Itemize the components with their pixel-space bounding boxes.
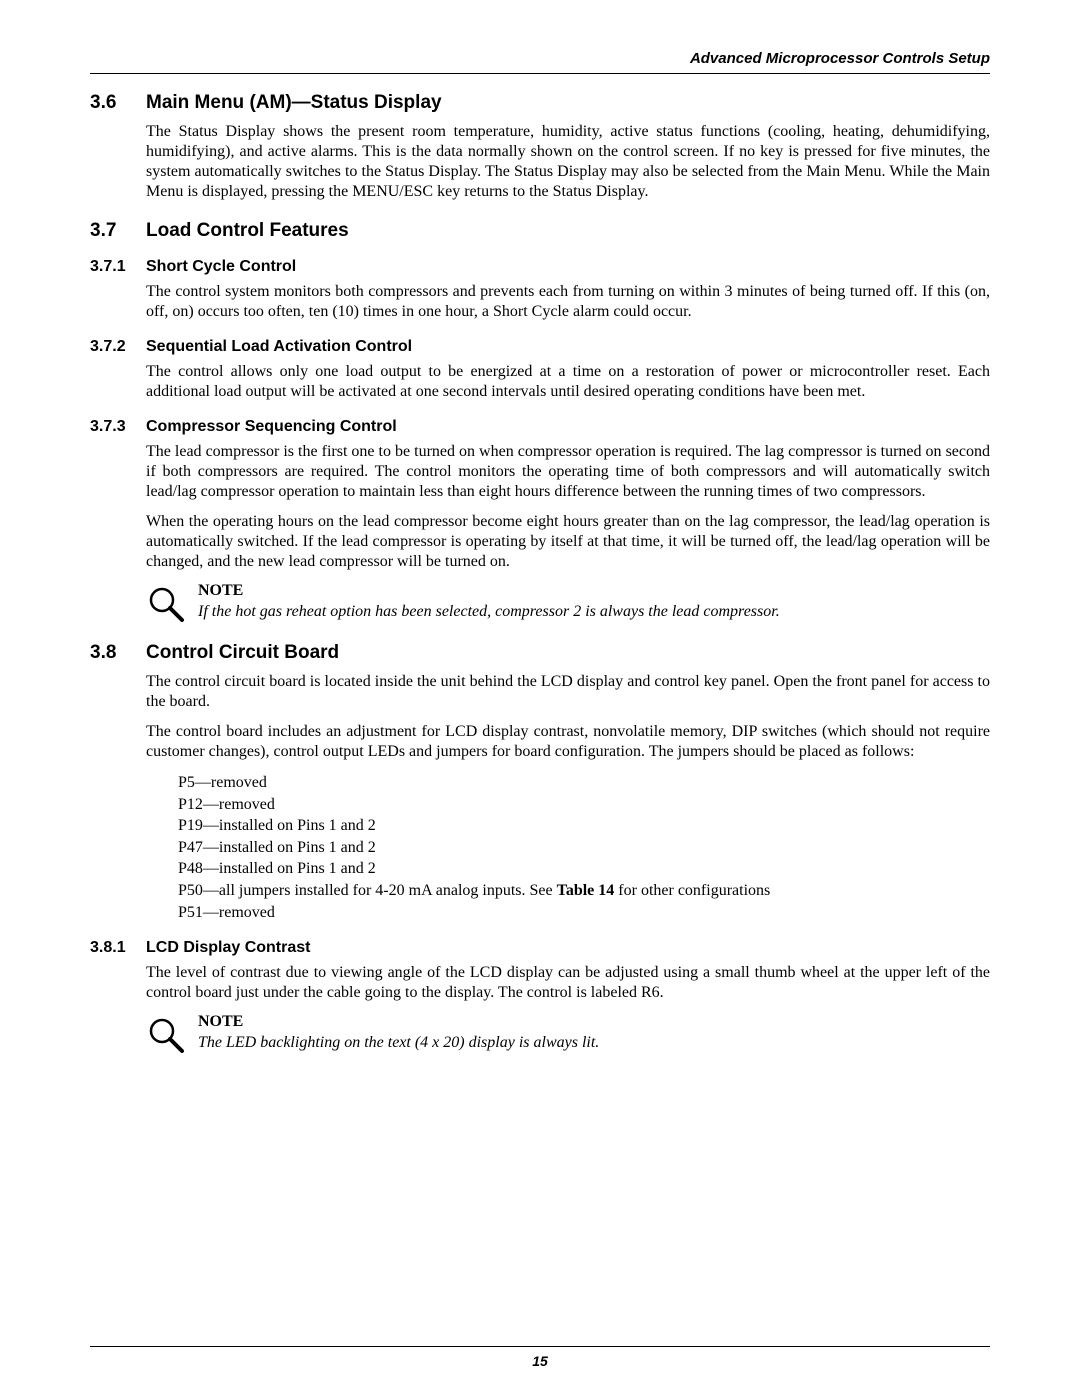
subsection-title: Compressor Sequencing Control (146, 418, 397, 436)
list-item: P48—installed on Pins 1 and 2 (178, 858, 990, 880)
paragraph: The level of contrast due to viewing ang… (146, 963, 990, 1003)
jumper-list: P5—removed P12—removed P19—installed on … (178, 772, 990, 923)
list-item-text: for other configurations (614, 882, 770, 899)
table-reference: Table 14 (557, 882, 615, 899)
subsection-3-7-3-body: The lead compressor is the first one to … (146, 442, 990, 572)
subsection-3-7-2-heading: 3.7.2 Sequential Load Activation Control (90, 338, 990, 356)
magnifier-icon (146, 584, 190, 628)
note-block: NOTE If the hot gas reheat option has be… (146, 582, 990, 628)
subsection-title: Sequential Load Activation Control (146, 338, 412, 356)
subsection-title: Short Cycle Control (146, 258, 296, 276)
magnifier-icon (146, 1015, 190, 1059)
page: Advanced Microprocessor Controls Setup 3… (0, 0, 1080, 1397)
subsection-number: 3.7.2 (90, 338, 146, 356)
section-3-8-heading: 3.8 Control Circuit Board (90, 642, 990, 664)
paragraph: The lead compressor is the first one to … (146, 442, 990, 502)
subsection-title: LCD Display Contrast (146, 939, 310, 957)
section-title: Load Control Features (146, 220, 349, 242)
running-head: Advanced Microprocessor Controls Setup (90, 50, 990, 67)
note-body: The LED backlighting on the text (4 x 20… (198, 1033, 599, 1053)
section-3-8-body: The control circuit board is located ins… (146, 672, 990, 762)
section-number: 3.8 (90, 642, 146, 664)
section-3-7-heading: 3.7 Load Control Features (90, 220, 990, 242)
note-heading: NOTE (198, 1013, 599, 1031)
section-title: Control Circuit Board (146, 642, 339, 664)
section-number: 3.6 (90, 92, 146, 114)
top-rule (90, 73, 990, 74)
section-3-6-heading: 3.6 Main Menu (AM)—Status Display (90, 92, 990, 114)
list-item-text: P50—all jumpers installed for 4-20 mA an… (178, 882, 557, 899)
paragraph: The control system monitors both compres… (146, 282, 990, 322)
list-item: P19—installed on Pins 1 and 2 (178, 815, 990, 837)
list-item: P51—removed (178, 902, 990, 924)
list-item: P5—removed (178, 772, 990, 794)
note-block: NOTE The LED backlighting on the text (4… (146, 1013, 990, 1059)
subsection-3-7-1-heading: 3.7.1 Short Cycle Control (90, 258, 990, 276)
page-number: 15 (0, 1353, 1080, 1369)
note-body: If the hot gas reheat option has been se… (198, 602, 780, 622)
paragraph: The control allows only one load output … (146, 362, 990, 402)
subsection-number: 3.7.3 (90, 418, 146, 436)
section-title: Main Menu (AM)—Status Display (146, 92, 442, 114)
paragraph: The Status Display shows the present roo… (146, 122, 990, 202)
subsection-number: 3.7.1 (90, 258, 146, 276)
paragraph: The control board includes an adjustment… (146, 722, 990, 762)
paragraph: The control circuit board is located ins… (146, 672, 990, 712)
subsection-3-8-1-body: The level of contrast due to viewing ang… (146, 963, 990, 1003)
subsection-number: 3.8.1 (90, 939, 146, 957)
note-text: NOTE If the hot gas reheat option has be… (198, 582, 780, 622)
section-3-6-body: The Status Display shows the present roo… (146, 122, 990, 202)
subsection-3-8-1-heading: 3.8.1 LCD Display Contrast (90, 939, 990, 957)
note-text: NOTE The LED backlighting on the text (4… (198, 1013, 599, 1053)
subsection-3-7-3-heading: 3.7.3 Compressor Sequencing Control (90, 418, 990, 436)
list-item: P47—installed on Pins 1 and 2 (178, 837, 990, 859)
list-item: P12—removed (178, 794, 990, 816)
paragraph: When the operating hours on the lead com… (146, 512, 990, 572)
bottom-rule (90, 1346, 990, 1347)
note-heading: NOTE (198, 582, 780, 600)
subsection-3-7-2-body: The control allows only one load output … (146, 362, 990, 402)
list-item: P50—all jumpers installed for 4-20 mA an… (178, 880, 990, 902)
section-number: 3.7 (90, 220, 146, 242)
subsection-3-7-1-body: The control system monitors both compres… (146, 282, 990, 322)
